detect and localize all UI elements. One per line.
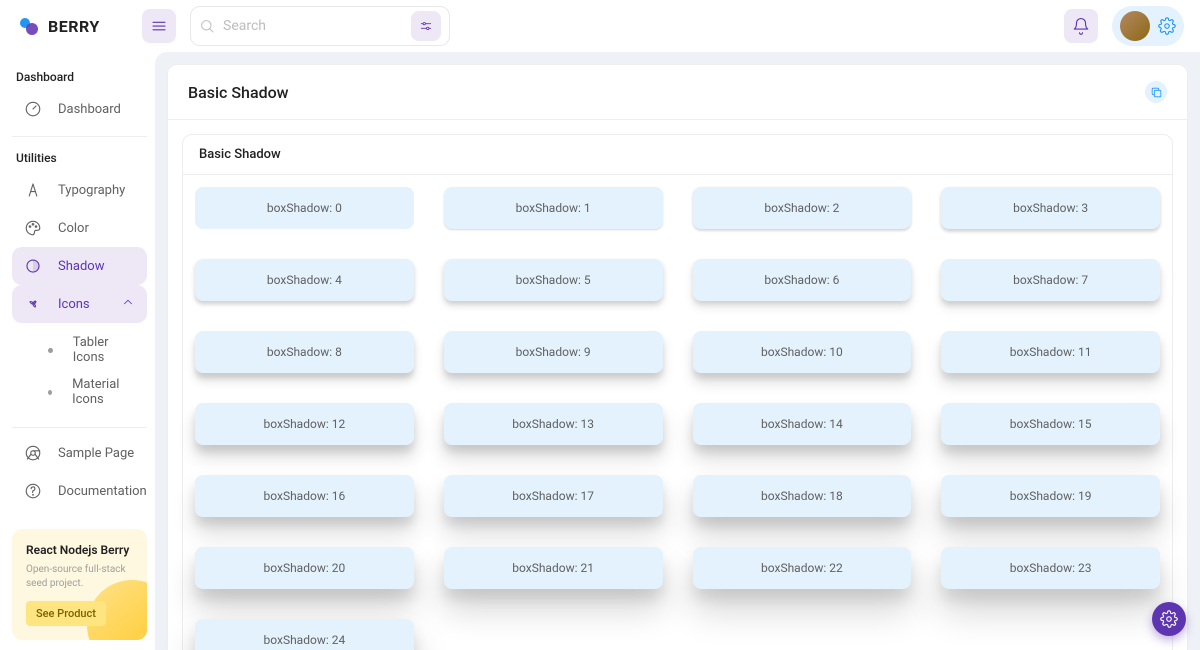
shadow-card-18: boxShadow: 18 bbox=[693, 475, 912, 517]
help-icon bbox=[24, 482, 42, 500]
search-input[interactable] bbox=[223, 18, 403, 34]
search-filter-button[interactable] bbox=[411, 11, 441, 41]
promo-title: React Nodejs Berry bbox=[26, 543, 133, 557]
shadow-card-4: boxShadow: 4 bbox=[195, 259, 414, 301]
sidebar-item-label: Dashboard bbox=[58, 102, 121, 117]
shadow-card-10: boxShadow: 10 bbox=[693, 331, 912, 373]
shadow-card-1: boxShadow: 1 bbox=[444, 187, 663, 229]
bell-icon bbox=[1072, 17, 1090, 35]
page-title: Basic Shadow bbox=[188, 83, 289, 102]
logo-text: BERRY bbox=[48, 17, 100, 36]
copy-button[interactable] bbox=[1145, 81, 1167, 103]
logo-icon bbox=[16, 14, 40, 38]
shadow-card-5: boxShadow: 5 bbox=[444, 259, 663, 301]
settings-icon bbox=[1158, 17, 1176, 35]
sidebar-item-typography[interactable]: Typography bbox=[12, 171, 147, 209]
sidebar-item-label: Material Icons bbox=[72, 377, 139, 407]
sidebar-item-label: Sample Page bbox=[58, 446, 134, 461]
menu-toggle-button[interactable] bbox=[142, 9, 176, 43]
shadow-card-0: boxShadow: 0 bbox=[195, 187, 414, 229]
shadow-card-7: boxShadow: 7 bbox=[941, 259, 1160, 301]
shadow-card-2: boxShadow: 2 bbox=[693, 187, 912, 229]
sidebar-item-label: Shadow bbox=[58, 259, 104, 274]
copy-icon bbox=[1150, 86, 1163, 99]
typography-icon bbox=[24, 181, 42, 199]
divider bbox=[12, 136, 147, 137]
chevron-up-icon bbox=[121, 295, 135, 313]
shadow-card-21: boxShadow: 21 bbox=[444, 547, 663, 589]
nav-group-dashboard: Dashboard bbox=[12, 62, 147, 90]
inner-card-title: Basic Shadow bbox=[183, 135, 1172, 175]
shadow-card-6: boxShadow: 6 bbox=[693, 259, 912, 301]
shadow-card-14: boxShadow: 14 bbox=[693, 403, 912, 445]
nav-group-utilities: Utilities bbox=[12, 143, 147, 171]
shadow-card-23: boxShadow: 23 bbox=[941, 547, 1160, 589]
sidebar-item-material-icons[interactable]: Material Icons bbox=[40, 371, 147, 413]
sidebar-item-shadow[interactable]: Shadow bbox=[12, 247, 147, 285]
dot-icon bbox=[48, 348, 53, 353]
sidebar-item-label: Documentation bbox=[58, 484, 147, 499]
dot-icon bbox=[48, 390, 52, 395]
inner-card: Basic Shadow boxShadow: 0boxShadow: 1box… bbox=[182, 134, 1173, 650]
page-header: Basic Shadow bbox=[168, 65, 1187, 120]
shadow-card-22: boxShadow: 22 bbox=[693, 547, 912, 589]
shadow-card-11: boxShadow: 11 bbox=[941, 331, 1160, 373]
brand-chrome-icon bbox=[24, 444, 42, 462]
shadow-card-8: boxShadow: 8 bbox=[195, 331, 414, 373]
shadow-icon bbox=[24, 257, 42, 275]
main-content: Basic Shadow Basic Shadow boxShadow: 0bo… bbox=[155, 52, 1200, 650]
sidebar-item-documentation[interactable]: Documentation bbox=[12, 472, 147, 510]
adjustments-icon bbox=[419, 19, 433, 33]
search-icon bbox=[199, 18, 215, 34]
sidebar-item-color[interactable]: Color bbox=[12, 209, 147, 247]
promo-card: React Nodejs Berry Open-source full-stac… bbox=[12, 529, 147, 640]
shadow-grid: boxShadow: 0 boxShadow: 1 boxShadow: 2 boxS… bbox=[195, 187, 1160, 650]
sidebar-item-icons[interactable]: Icons bbox=[12, 285, 147, 323]
logo[interactable]: BERRY bbox=[16, 14, 128, 38]
dashboard-icon bbox=[24, 100, 42, 118]
shadow-card-16: boxShadow: 16 bbox=[195, 475, 414, 517]
shadow-card-3: boxShadow: 3 bbox=[941, 187, 1160, 229]
sidebar-submenu-icons: Tabler Icons Material Icons bbox=[12, 323, 147, 419]
sidebar: Dashboard Dashboard Utilities Typography… bbox=[0, 52, 155, 650]
app-header: BERRY bbox=[0, 0, 1200, 52]
sidebar-item-dashboard[interactable]: Dashboard bbox=[12, 90, 147, 128]
shadow-card-20: boxShadow: 20 bbox=[195, 547, 414, 589]
menu-icon bbox=[150, 17, 168, 35]
avatar bbox=[1120, 11, 1150, 41]
customize-fab[interactable] bbox=[1152, 602, 1186, 636]
divider bbox=[12, 427, 147, 428]
shadow-card-19: boxShadow: 19 bbox=[941, 475, 1160, 517]
shadow-card-12: boxShadow: 12 bbox=[195, 403, 414, 445]
sidebar-item-label: Typography bbox=[58, 183, 125, 198]
shadow-card-15: boxShadow: 15 bbox=[941, 403, 1160, 445]
sidebar-item-tabler-icons[interactable]: Tabler Icons bbox=[40, 329, 147, 371]
shadow-card-13: boxShadow: 13 bbox=[444, 403, 663, 445]
windmill-icon bbox=[24, 295, 42, 313]
sidebar-item-sample-page[interactable]: Sample Page bbox=[12, 434, 147, 472]
sidebar-item-label: Color bbox=[58, 221, 89, 236]
promo-cta-button[interactable]: See Product bbox=[26, 601, 106, 626]
shadow-card-9: boxShadow: 9 bbox=[444, 331, 663, 373]
profile-chip[interactable] bbox=[1112, 6, 1184, 46]
notifications-button[interactable] bbox=[1064, 9, 1098, 43]
sidebar-item-label: Tabler Icons bbox=[73, 335, 139, 365]
shadow-card-24: boxShadow: 24 bbox=[195, 619, 414, 650]
sidebar-item-label: Icons bbox=[58, 297, 90, 312]
shadow-card-17: boxShadow: 17 bbox=[444, 475, 663, 517]
settings-icon bbox=[1160, 610, 1178, 628]
palette-icon bbox=[24, 219, 42, 237]
page-card: Basic Shadow Basic Shadow boxShadow: 0bo… bbox=[167, 64, 1188, 650]
search-box[interactable] bbox=[190, 6, 450, 46]
